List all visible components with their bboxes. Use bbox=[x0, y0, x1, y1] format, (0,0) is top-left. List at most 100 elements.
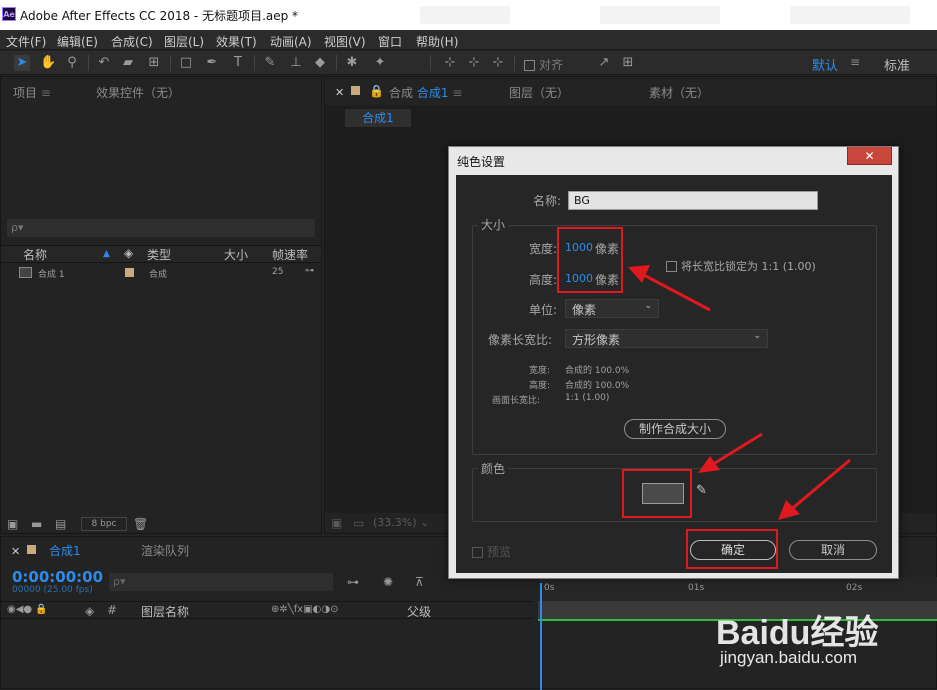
snapping-label: 对齐 bbox=[539, 58, 564, 72]
close-tab-icon[interactable]: ✕ bbox=[11, 545, 20, 558]
camera-tool-icon[interactable]: ▰ bbox=[120, 55, 136, 71]
roto-brush-tool-icon[interactable]: ✱ bbox=[344, 55, 360, 71]
menu-layer[interactable]: 图层(L) bbox=[164, 33, 204, 50]
new-folder-icon[interactable]: ▬ bbox=[31, 517, 42, 531]
column-type[interactable]: 类型 bbox=[147, 246, 171, 263]
ruler-label: 01s bbox=[688, 583, 705, 593]
trash-icon[interactable]: 🗑 bbox=[133, 517, 148, 531]
parent-header[interactable]: 父级 bbox=[407, 603, 431, 620]
workspace-default[interactable]: 默认 bbox=[812, 55, 838, 74]
tab-project[interactable]: 项目 ≡ bbox=[13, 84, 51, 101]
info-frame-value: 1:1 (1.00) bbox=[565, 393, 610, 403]
menu-help[interactable]: 帮助(H) bbox=[416, 33, 458, 50]
project-footer: ▣ ▬ ▤ 8 bpc 🗑 bbox=[1, 515, 321, 533]
watermark-logo: Baidu经验 bbox=[716, 614, 879, 652]
flowchart-icon[interactable]: ⊶ bbox=[305, 266, 314, 276]
zoom-tool-icon[interactable]: ⚲ bbox=[64, 55, 80, 71]
annotation-highlight-color bbox=[622, 469, 692, 518]
puppet-pin-tool-icon[interactable]: ✦ bbox=[372, 55, 388, 71]
snap-grid-icon[interactable]: ⊞ bbox=[620, 55, 636, 71]
chevron-down-icon: ⌄ bbox=[753, 331, 761, 341]
interpret-footage-icon[interactable]: ▣ bbox=[7, 517, 18, 531]
column-name[interactable]: 名称 bbox=[23, 246, 47, 263]
type-tool-icon[interactable]: T bbox=[230, 55, 246, 71]
sort-ascending-icon[interactable]: ▲ bbox=[103, 249, 110, 259]
clone-stamp-tool-icon[interactable]: ⊥ bbox=[288, 55, 304, 71]
hand-tool-icon[interactable]: ✋ bbox=[40, 55, 56, 71]
switches-icons: ⊕✲╲fx▣◐◑⊙ bbox=[271, 604, 339, 615]
menu-composition[interactable]: 合成(C) bbox=[111, 33, 153, 50]
workspace-standard[interactable]: 标准 bbox=[884, 55, 910, 74]
playhead[interactable] bbox=[540, 583, 542, 690]
workspace-menu-icon[interactable]: ≡ bbox=[850, 55, 860, 69]
ae-app-icon: Ae bbox=[2, 7, 16, 21]
always-preview-icon[interactable]: ▣ bbox=[331, 516, 342, 530]
close-button[interactable]: ✕ bbox=[847, 147, 892, 165]
menu-window[interactable]: 窗口 bbox=[378, 33, 402, 50]
column-size[interactable]: 大小 bbox=[224, 246, 248, 263]
layer-number-header: # bbox=[107, 603, 118, 617]
annotation-highlight-size bbox=[557, 227, 623, 293]
menu-animation[interactable]: 动画(A) bbox=[270, 33, 312, 50]
tab-composition[interactable]: 合成 合成1 ≡ bbox=[389, 84, 462, 101]
menu-view[interactable]: 视图(V) bbox=[324, 33, 366, 50]
pixel-aspect-dropdown[interactable]: 方形像素 ⌄ bbox=[565, 329, 768, 348]
new-composition-icon[interactable]: ▤ bbox=[55, 517, 66, 531]
layer-name-header[interactable]: 图层名称 bbox=[141, 603, 189, 620]
lock-icon[interactable]: 🔒 bbox=[369, 84, 384, 98]
label-tag-icon[interactable]: ◈ bbox=[85, 604, 94, 618]
menu-edit[interactable]: 编辑(E) bbox=[57, 33, 98, 50]
world-axis-icon[interactable]: ⊹ bbox=[466, 55, 482, 71]
tab-footage[interactable]: 素材（无） bbox=[649, 84, 709, 101]
close-tab-icon[interactable]: ✕ bbox=[335, 86, 344, 99]
zoom-dropdown[interactable]: (33.3%) ⌄ bbox=[373, 516, 429, 529]
comp-color-swatch bbox=[27, 545, 36, 554]
comp-flowchart-icon[interactable]: ⊶ bbox=[347, 575, 359, 589]
menu-file[interactable]: 文件(F) bbox=[6, 33, 46, 50]
background-browser-tab bbox=[790, 6, 910, 24]
timeline-tab[interactable]: 合成1 bbox=[49, 542, 81, 559]
brush-tool-icon[interactable]: ✎ bbox=[262, 55, 278, 71]
project-item-row[interactable]: 合成 1 合成 25 ⊶ bbox=[1, 265, 321, 281]
column-fps[interactable]: 帧速率 bbox=[272, 246, 308, 263]
snapping-checkbox[interactable]: 对齐 bbox=[524, 56, 563, 73]
pen-tool-icon[interactable]: ✒ bbox=[204, 55, 220, 71]
tools-toolbar: ➤ ✋ ⚲ ↶ ▰ ⊞ □ ✒ T ✎ ⊥ ◆ ✱ ✦ ⊹ ⊹ ⊹ 对齐 ↗ ⊞… bbox=[0, 51, 937, 75]
local-axis-icon[interactable]: ⊹ bbox=[442, 55, 458, 71]
render-queue-tab[interactable]: 渲染队列 bbox=[141, 542, 189, 559]
snap-options-icon[interactable]: ↗ bbox=[596, 55, 612, 71]
tab-effect-controls[interactable]: 效果控件（无） bbox=[96, 84, 180, 101]
view-axis-icon[interactable]: ⊹ bbox=[490, 55, 506, 71]
label-tag-icon[interactable]: ◈ bbox=[124, 246, 133, 260]
watermark-url: jingyan.baidu.com bbox=[720, 648, 858, 667]
eraser-tool-icon[interactable]: ◆ bbox=[312, 55, 328, 71]
hide-shy-layers-icon[interactable]: ⊼ bbox=[415, 575, 424, 589]
info-height-value: 合成的 100.0% bbox=[565, 381, 630, 391]
eyedropper-icon[interactable]: ✎ bbox=[696, 483, 707, 498]
draft-3d-icon[interactable]: ✺ bbox=[383, 575, 393, 589]
bit-depth-button[interactable]: 8 bpc bbox=[81, 517, 127, 531]
cancel-button[interactable]: 取消 bbox=[789, 540, 877, 560]
preview-checkbox[interactable]: 预览 bbox=[472, 543, 511, 560]
name-input[interactable]: BG bbox=[568, 191, 818, 210]
pixel-aspect-label: 像素长宽比: bbox=[488, 333, 553, 347]
project-search-input[interactable]: ρ▾ bbox=[7, 219, 315, 237]
color-group-title: 颜色 bbox=[478, 460, 509, 477]
monitor-icon[interactable]: ▭ bbox=[353, 516, 364, 530]
info-width-value: 合成的 100.0% bbox=[565, 366, 630, 376]
current-timecode[interactable]: 0:00:00:00 bbox=[12, 568, 103, 586]
av-features-icons: ◉◀● 🔒 bbox=[7, 604, 48, 615]
rectangle-tool-icon[interactable]: □ bbox=[178, 55, 194, 71]
pan-behind-tool-icon[interactable]: ⊞ bbox=[146, 55, 162, 71]
label-color-swatch[interactable] bbox=[125, 268, 134, 277]
selection-tool-icon[interactable]: ➤ bbox=[14, 55, 30, 71]
time-ruler[interactable]: 0s 01s 02s bbox=[538, 577, 937, 601]
menu-effect[interactable]: 效果(T) bbox=[216, 33, 257, 50]
ruler-label: 0s bbox=[544, 583, 555, 593]
tab-layer[interactable]: 图层（无） bbox=[509, 84, 569, 101]
rotate-tool-icon[interactable]: ↶ bbox=[96, 55, 112, 71]
title-bar: Ae Adobe After Effects CC 2018 - 无标题项目.a… bbox=[0, 0, 937, 30]
comp-breadcrumb[interactable]: 合成1 bbox=[345, 109, 411, 127]
layer-search-input[interactable]: ρ▾ bbox=[109, 573, 333, 591]
annotation-arrow bbox=[698, 432, 763, 473]
